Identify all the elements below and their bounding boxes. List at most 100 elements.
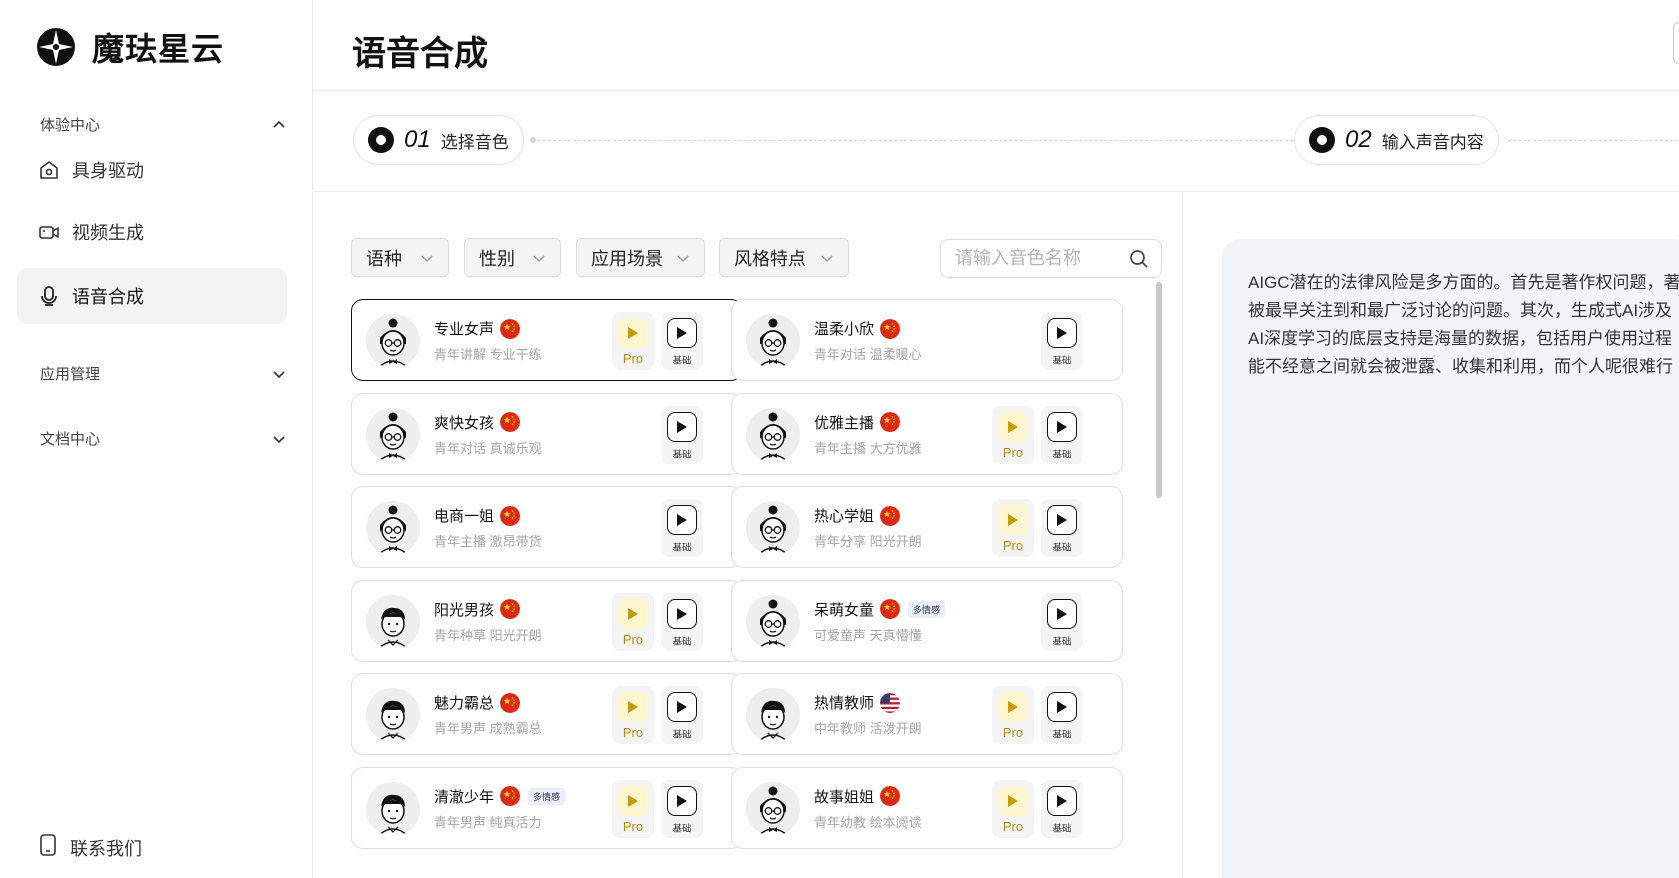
- scrollbar[interactable]: [1156, 282, 1164, 878]
- nav-section-app-management[interactable]: 应用管理: [40, 363, 286, 384]
- play-basic-button[interactable]: 基础: [661, 499, 703, 557]
- voice-card[interactable]: 爽快女孩 青年对话 真诚乐观 基础: [351, 392, 743, 475]
- china-flag-icon: [500, 786, 521, 806]
- voice-tag: 多情感: [528, 787, 566, 805]
- voice-description: 青年男声 成熟霸总: [434, 721, 542, 736]
- search-icon[interactable]: [1129, 249, 1149, 269]
- voice-description: 青年主播 激昂带货: [434, 534, 542, 549]
- play-basic-button[interactable]: 基础: [1041, 686, 1083, 744]
- play-icon: [1047, 692, 1077, 722]
- play-icon: [667, 785, 697, 816]
- pro-label: Pro: [622, 351, 644, 366]
- play-basic-button[interactable]: 基础: [1041, 405, 1083, 464]
- filter-language[interactable]: 语种: [351, 238, 449, 277]
- basic-label: 基础: [1052, 823, 1072, 834]
- voice-card[interactable]: 呆萌女童 多情感 可爱童声 天真懵懂 基础: [731, 579, 1123, 662]
- play-icon: [1047, 785, 1077, 816]
- filter-label: 应用场景: [591, 248, 663, 269]
- voice-card[interactable]: 优雅主播 青年主播 大方优雅 Pro 基础: [731, 392, 1123, 475]
- play-basic-button[interactable]: 基础: [661, 686, 703, 744]
- step-bar: 01 选择音色 02 输入声音内容: [313, 91, 1679, 192]
- play-basic-button[interactable]: 基础: [1041, 779, 1083, 838]
- voice-name-row: 优雅主播: [814, 412, 901, 433]
- text-content[interactable]: AIGC潜在的法律风险是多方面的。首先是著作权问题，著 被最早关注到和最广泛讨论的…: [1248, 269, 1679, 381]
- play-icon: [667, 598, 697, 629]
- nav-section-docs[interactable]: 文档中心: [40, 428, 286, 449]
- voice-card[interactable]: 清澈少年 多情感青年男声 纯真活力 Pro 基础: [351, 766, 743, 849]
- step-input-content[interactable]: 02 输入声音内容: [1294, 115, 1499, 165]
- china-flag-icon: [500, 505, 521, 526]
- play-basic-button[interactable]: 基础: [661, 779, 703, 838]
- pro-label: Pro: [1002, 818, 1024, 834]
- voice-name-row: 阳光男孩: [434, 599, 521, 620]
- chevron-down-icon: [821, 255, 833, 262]
- voice-name: 呆萌女童: [814, 601, 875, 619]
- chevron-down-icon: [273, 435, 285, 443]
- china-flag-icon: [880, 505, 901, 526]
- step-label: 选择音色: [440, 132, 509, 152]
- play-pro-button[interactable]: Pro: [992, 405, 1034, 464]
- play-icon: [618, 785, 648, 816]
- voice-card[interactable]: 热心学姐 青年分享 阳光开朗 Pro 基础: [731, 486, 1123, 568]
- voice-name-row: 清澈少年 多情感: [434, 786, 566, 807]
- china-flag-icon: [880, 412, 901, 432]
- sidebar-item-speech-synthesis[interactable]: 语音合成: [17, 268, 287, 324]
- sidebar-item-label: 视频生成: [72, 223, 144, 243]
- voice-name: 魅力霸总: [434, 695, 495, 712]
- china-flag-icon: [500, 412, 521, 432]
- phone-icon: [38, 834, 58, 861]
- voice-card[interactable]: 魅力霸总青年男声 成熟霸总 Pro 基础: [351, 673, 743, 755]
- voice-avatar: [746, 314, 800, 368]
- play-pro-button[interactable]: Pro: [612, 592, 654, 651]
- voice-card[interactable]: 阳光男孩青年种草 阳光开朗 Pro 基础: [351, 579, 743, 662]
- voice-card[interactable]: 故事姐姐 青年幼教 绘本阅读 Pro 基础: [731, 766, 1123, 849]
- play-icon: [618, 318, 648, 348]
- voice-name: 阳光男孩: [434, 601, 495, 619]
- text-line: 能不经意之间就会被泄露、收集和利用，而个人呢很难行: [1248, 357, 1673, 376]
- voice-search-input[interactable]: [955, 248, 1129, 269]
- play-basic-button[interactable]: 基础: [661, 592, 703, 651]
- voice-description: 青年男声 纯真活力: [434, 814, 542, 830]
- text-input-panel[interactable]: AIGC潜在的法律风险是多方面的。首先是著作权问题，著 被最早关注到和最广泛讨论的…: [1222, 239, 1679, 878]
- voice-card[interactable]: 温柔小欣 青年对话 温柔暖心 基础: [731, 299, 1123, 381]
- step-active-dot-icon: [1309, 127, 1335, 153]
- voice-name: 热心学姐: [814, 508, 875, 525]
- play-pro-button[interactable]: Pro: [612, 686, 654, 744]
- scrollbar-thumb[interactable]: [1156, 282, 1162, 498]
- voice-card[interactable]: 专业女声 青年讲解 专业干练 Pro 基础: [351, 299, 743, 381]
- play-basic-button[interactable]: 基础: [1041, 312, 1083, 370]
- filter-scenario[interactable]: 应用场景: [576, 238, 705, 277]
- voice-card[interactable]: 电商一姐 青年主播 激昂带货 基础: [351, 486, 743, 568]
- play-basic-button[interactable]: 基础: [1041, 592, 1083, 651]
- voice-card[interactable]: 热情教师 中年教师 活泼开朗 Pro 基础: [731, 673, 1123, 755]
- sidebar-item-video-generation[interactable]: 视频生成: [17, 204, 287, 260]
- play-pro-button[interactable]: Pro: [612, 779, 654, 838]
- play-icon: [1047, 318, 1077, 348]
- play-basic-button[interactable]: 基础: [661, 312, 703, 370]
- sidebar-item-embodied-drive[interactable]: 具身驱动: [17, 142, 287, 198]
- play-icon: [998, 692, 1028, 722]
- sidebar-item-label: 具身驱动: [72, 161, 144, 181]
- filter-gender[interactable]: 性别: [464, 238, 561, 277]
- brand-logo[interactable]: 魔珐星云: [36, 24, 224, 70]
- play-basic-button[interactable]: 基础: [661, 405, 703, 464]
- play-pro-button[interactable]: Pro: [992, 499, 1034, 557]
- step-select-voice[interactable]: 01 选择音色: [353, 115, 524, 165]
- play-pro-button[interactable]: Pro: [612, 312, 654, 370]
- page-header: 语音合成: [313, 0, 1679, 91]
- nav-section-experience[interactable]: 体验中心: [40, 114, 286, 135]
- header-edge-button[interactable]: [1673, 22, 1679, 64]
- play-pro-button[interactable]: Pro: [992, 686, 1034, 744]
- voice-description: 青年种草 阳光开朗: [434, 627, 542, 643]
- play-icon: [998, 411, 1028, 442]
- play-icon: [667, 505, 697, 535]
- basic-label: 基础: [1052, 542, 1072, 553]
- play-pro-button[interactable]: Pro: [992, 779, 1034, 838]
- play-basic-button[interactable]: 基础: [1041, 499, 1083, 557]
- voice-tag: 多情感: [908, 600, 946, 618]
- play-icon: [1047, 598, 1077, 629]
- filter-style[interactable]: 风格特点: [719, 238, 849, 277]
- brand-logo-icon: [37, 28, 75, 66]
- voice-avatar: [746, 594, 800, 649]
- contact-us-link[interactable]: 联系我们: [38, 834, 142, 861]
